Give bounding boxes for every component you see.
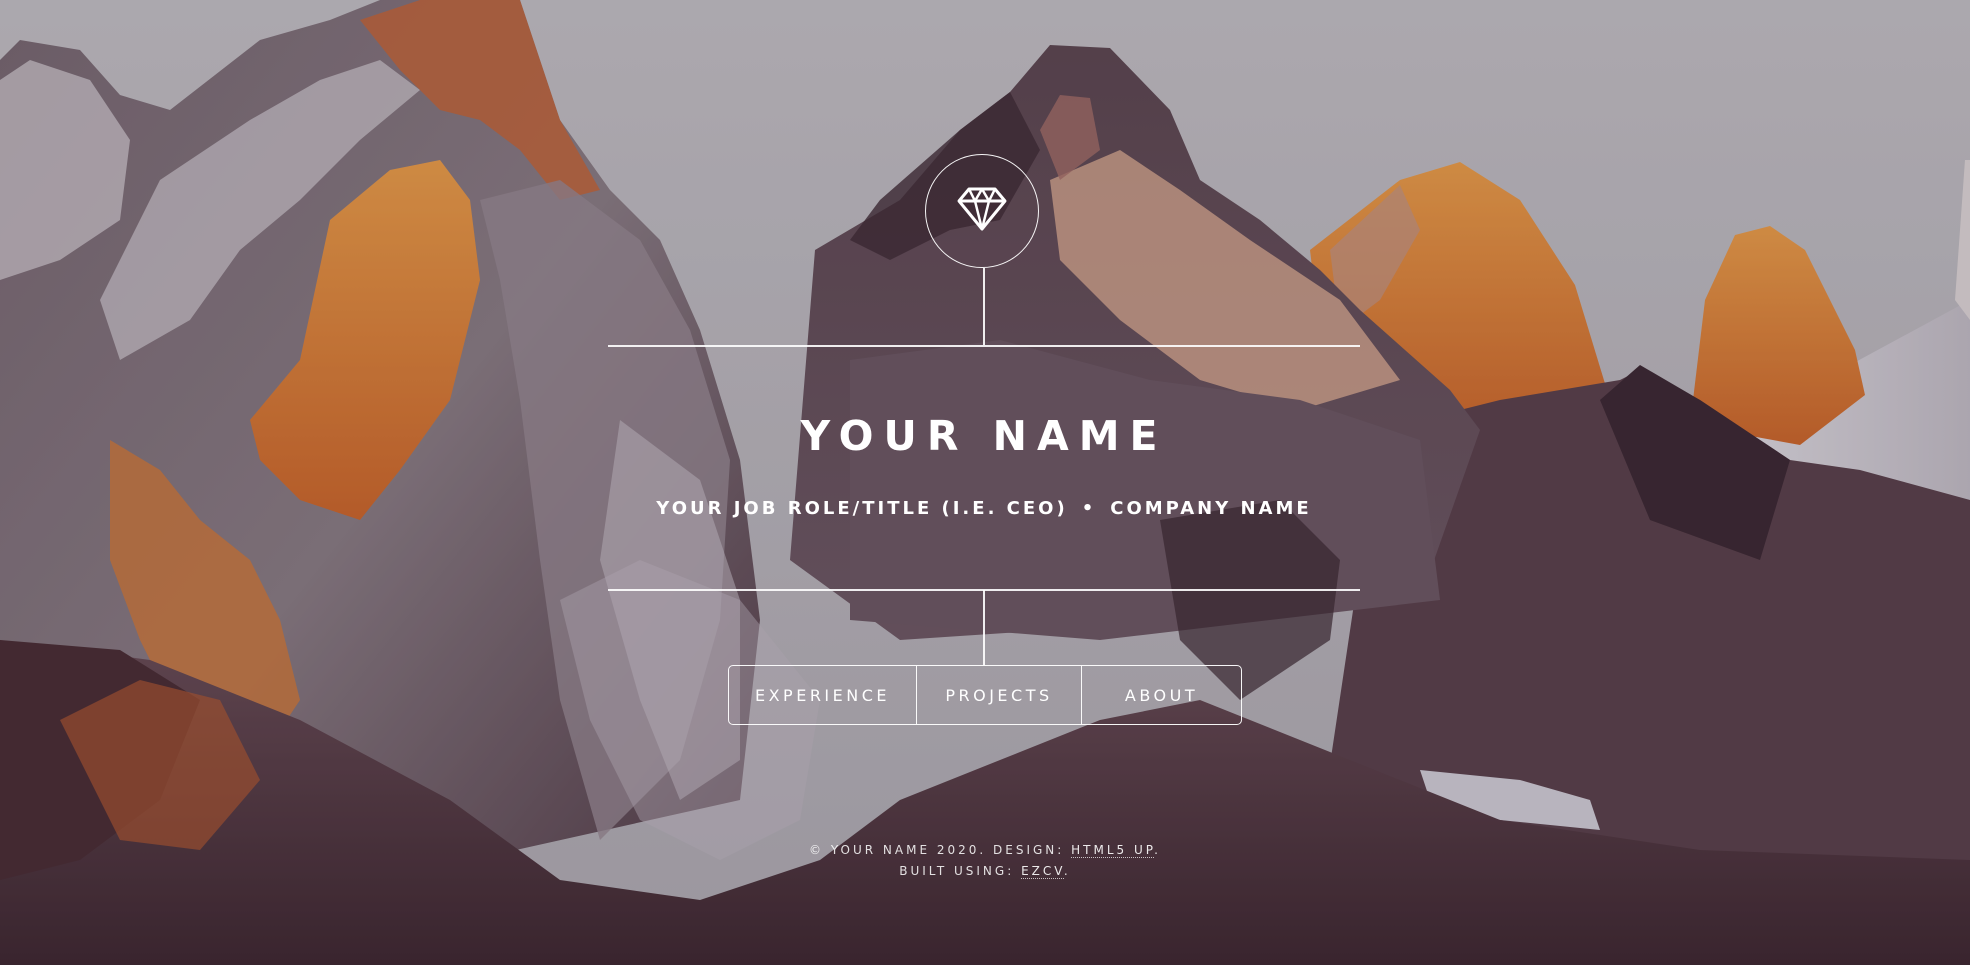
nav-connector-line	[983, 590, 985, 665]
company-name-text: COMPANY NAME	[1110, 498, 1312, 519]
nav-experience-button[interactable]: EXPERIENCE	[729, 666, 916, 724]
job-subtitle: YOUR JOB ROLE/TITLE (I.E. CEO) • COMPANY N…	[608, 498, 1360, 519]
footer-built-text: BUILT USING:	[899, 864, 1015, 878]
footer-design-link[interactable]: HTML5 UP	[1071, 843, 1155, 858]
subtitle-separator: •	[1081, 498, 1097, 519]
footer-design-end: .	[1154, 843, 1161, 857]
nav-about-button[interactable]: ABOUT	[1081, 666, 1241, 724]
nav-projects-button[interactable]: PROJECTS	[916, 666, 1081, 724]
footer-built-line: BUILT USING: EZCV.	[635, 861, 1335, 882]
top-divider-line	[608, 345, 1360, 347]
header: YOUR NAME YOUR JOB ROLE/TITLE (I.E. CEO)…	[0, 0, 1970, 965]
footer-copyright-text: © YOUR NAME 2020. DESIGN:	[809, 843, 1065, 857]
footer-ezcv-link[interactable]: EZCV	[1021, 864, 1064, 879]
page-title: YOUR NAME	[800, 412, 1168, 460]
gem-icon	[957, 186, 1007, 237]
footer-built-end: .	[1063, 864, 1071, 878]
logo-circle	[925, 154, 1039, 268]
job-title-text: YOUR JOB ROLE/TITLE (I.E. CEO)	[656, 498, 1068, 519]
logo-connector-line	[983, 268, 985, 345]
main-nav: EXPERIENCE PROJECTS ABOUT	[728, 665, 1242, 725]
footer: © YOUR NAME 2020. DESIGN: HTML5 UP. BUIL…	[635, 840, 1335, 882]
footer-copyright-line: © YOUR NAME 2020. DESIGN: HTML5 UP.	[635, 840, 1335, 861]
